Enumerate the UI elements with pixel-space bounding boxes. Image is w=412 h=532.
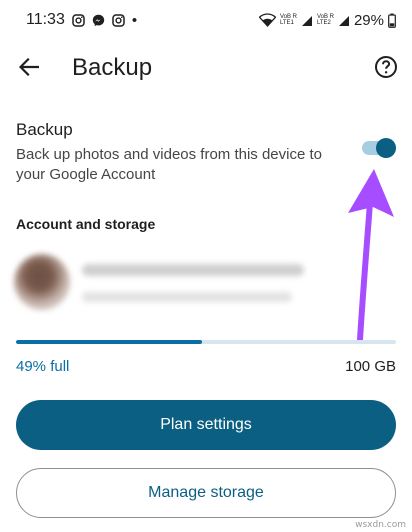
backup-toggle[interactable] — [362, 138, 396, 158]
manage-storage-button[interactable]: Manage storage — [16, 468, 396, 518]
account-email-blurred — [82, 264, 304, 276]
status-dot: • — [131, 11, 138, 29]
toggle-thumb — [376, 138, 396, 158]
page-title: Backup — [72, 54, 153, 81]
storage-used-label: 49% full — [16, 358, 70, 375]
instagram-icon — [72, 13, 85, 27]
storage-progress-bar — [16, 340, 396, 344]
app-bar: Backup — [0, 44, 412, 94]
battery-icon — [388, 13, 396, 28]
arrow-left-icon — [18, 57, 40, 81]
account-storage-heading: Account and storage — [16, 216, 156, 232]
account-subtext-blurred — [82, 292, 292, 302]
plan-settings-button[interactable]: Plan settings — [16, 400, 396, 450]
storage-progress-fill — [16, 340, 203, 344]
backup-setting-description: Back up photos and videos from this devi… — [16, 146, 323, 183]
wifi-icon — [258, 13, 276, 27]
instagram-icon — [112, 13, 125, 27]
storage-total-label: 100 GB — [345, 358, 396, 375]
status-right: VoB R LTE1 VoB R LTE2 29% — [258, 11, 396, 29]
signal-icon — [301, 14, 313, 27]
status-bar: 11:33 • VoB R LTE1 VoB R LTE2 29% — [0, 0, 412, 40]
back-button[interactable] — [16, 56, 42, 82]
status-time: 11:33 — [26, 11, 65, 28]
network-label-2: VoB R LTE2 — [316, 14, 334, 26]
battery-percent: 29% — [353, 11, 384, 29]
help-circle-icon — [374, 55, 398, 84]
help-button[interactable] — [372, 55, 400, 83]
network-label-1: VoB R LTE1 — [279, 14, 297, 26]
backup-setting-title: Backup — [16, 120, 73, 139]
status-left: 11:33 • — [26, 11, 137, 29]
annotation-arrow-icon — [348, 169, 394, 343]
messenger-icon — [92, 14, 105, 27]
avatar — [14, 254, 70, 310]
watermark: wsxdn.com — [355, 520, 406, 530]
signal-icon — [338, 14, 350, 27]
